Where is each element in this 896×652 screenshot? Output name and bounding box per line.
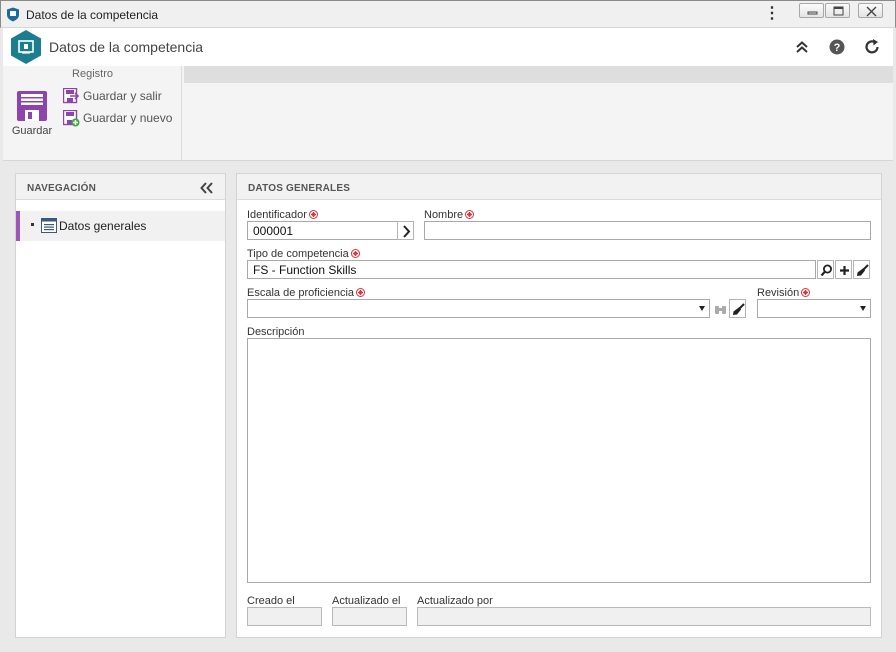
required-icon bbox=[465, 210, 475, 219]
escala-proficiencia-label: Escala de proficiencia bbox=[247, 287, 366, 299]
ribbon-header-fill bbox=[184, 66, 893, 83]
navigation-panel: NAVEGACIÓN Datos generales bbox=[15, 173, 226, 638]
save-button[interactable]: Guardar bbox=[9, 88, 55, 140]
floppy-disk-icon bbox=[17, 91, 47, 121]
broom-icon bbox=[733, 303, 745, 315]
more-options-icon[interactable]: ⋮ bbox=[764, 6, 780, 23]
next-id-button[interactable] bbox=[397, 221, 414, 240]
nombre-input[interactable] bbox=[424, 221, 871, 240]
descripcion-textarea[interactable] bbox=[247, 338, 871, 583]
save-label: Guardar bbox=[11, 125, 53, 137]
save-exit-icon bbox=[63, 88, 79, 104]
save-new-icon bbox=[63, 110, 80, 127]
general-data-header: DATOS GENERALES bbox=[237, 174, 881, 200]
nombre-label: Nombre bbox=[424, 209, 475, 221]
navigation-panel-header: NAVEGACIÓN bbox=[16, 174, 225, 200]
svg-text:?: ? bbox=[834, 42, 841, 54]
ribbon-toolbar: Registro Guardar Guardar y salir Guardar… bbox=[3, 66, 893, 161]
minimize-button[interactable] bbox=[799, 3, 824, 18]
window-title: Datos de la competencia bbox=[26, 8, 159, 22]
clear-escala-button[interactable] bbox=[729, 299, 746, 318]
required-icon bbox=[350, 249, 360, 258]
required-icon bbox=[801, 288, 811, 297]
clear-tipo-button[interactable] bbox=[853, 260, 870, 279]
chevron-right-icon bbox=[403, 225, 411, 238]
actualizado-el-label: Actualizado el bbox=[332, 595, 401, 607]
revision-label: Revisión bbox=[757, 287, 811, 299]
app-shield-icon bbox=[7, 7, 19, 22]
add-tipo-button[interactable] bbox=[835, 260, 852, 279]
broom-icon bbox=[857, 264, 869, 276]
page-header: Datos de la competencia ? bbox=[3, 28, 893, 66]
binoculars-icon bbox=[715, 306, 726, 314]
form-list-icon bbox=[41, 218, 57, 233]
collapse-left-icon[interactable] bbox=[200, 182, 214, 194]
help-icon[interactable]: ? bbox=[828, 38, 846, 56]
nav-bullet bbox=[31, 223, 34, 226]
nav-item-label: Datos generales bbox=[59, 219, 147, 233]
ribbon-separator bbox=[181, 66, 182, 160]
identificador-label: Identificador bbox=[247, 209, 318, 221]
binoculars-button[interactable] bbox=[711, 299, 728, 318]
tipo-competencia-label: Tipo de competencia bbox=[247, 248, 360, 260]
required-icon bbox=[356, 288, 366, 297]
required-icon bbox=[308, 210, 318, 219]
ribbon-group-label: Registro bbox=[3, 66, 182, 83]
descripcion-label: Descripción bbox=[247, 326, 305, 338]
search-tipo-button[interactable] bbox=[817, 260, 834, 279]
save-new-label: Guardar y nuevo bbox=[83, 111, 173, 125]
actualizado-por-label: Actualizado por bbox=[417, 595, 493, 607]
nav-item-datos-generales[interactable]: Datos generales bbox=[16, 211, 225, 241]
identificador-input[interactable] bbox=[247, 221, 398, 240]
revision-select[interactable] bbox=[757, 299, 871, 318]
save-exit-label: Guardar y salir bbox=[83, 89, 162, 103]
creado-el-label: Creado el bbox=[247, 595, 295, 607]
actualizado-por-field bbox=[417, 607, 871, 626]
tipo-competencia-input[interactable] bbox=[247, 260, 816, 279]
actualizado-el-field bbox=[332, 607, 407, 626]
escala-proficiencia-select[interactable] bbox=[247, 299, 710, 318]
chevron-down-icon bbox=[699, 306, 705, 311]
close-button[interactable] bbox=[858, 3, 883, 18]
collapse-up-icon[interactable] bbox=[793, 38, 811, 56]
chevron-down-icon bbox=[860, 306, 866, 311]
page-title: Datos de la competencia bbox=[49, 39, 204, 55]
window-titlebar: Datos de la competencia ⋮ bbox=[0, 0, 896, 28]
plus-icon bbox=[840, 266, 849, 275]
search-icon bbox=[820, 264, 832, 277]
refresh-icon[interactable] bbox=[863, 38, 881, 56]
creado-el-field bbox=[247, 607, 322, 626]
general-data-title: DATOS GENERALES bbox=[248, 183, 351, 194]
maximize-button[interactable] bbox=[825, 3, 850, 18]
navigation-title: NAVEGACIÓN bbox=[27, 183, 97, 194]
competency-logo-icon bbox=[11, 30, 41, 64]
